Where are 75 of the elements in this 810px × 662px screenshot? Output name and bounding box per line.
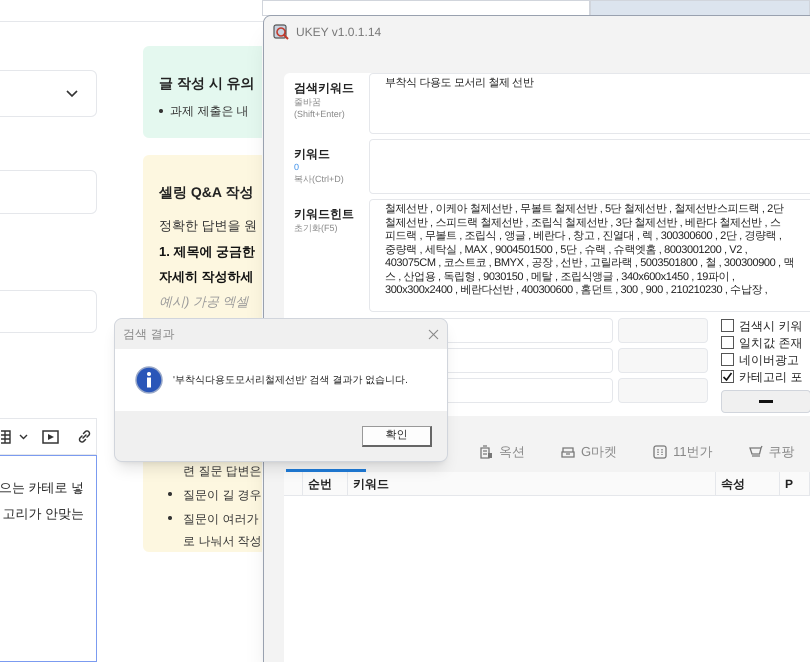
column-header: 순번 bbox=[303, 472, 348, 495]
dialog-title: 검색 결과 bbox=[123, 326, 174, 343]
link-icon[interactable] bbox=[77, 429, 92, 444]
close-icon[interactable] bbox=[428, 328, 439, 340]
grid-icon bbox=[653, 445, 668, 459]
card-text: 자세히 작성하세 bbox=[159, 268, 255, 286]
text-line: 부착식 다용도 모서리 철제 선반 bbox=[385, 77, 535, 90]
field-label: 키워드 bbox=[294, 147, 331, 162]
bullet-text: 질문이 길 경우 bbox=[183, 487, 262, 504]
input-field[interactable] bbox=[0, 170, 97, 214]
window-title: UKEY v1.0.1.14 bbox=[296, 24, 382, 41]
chevron-down-icon bbox=[66, 90, 78, 98]
ok-button[interactable]: 확인 bbox=[362, 426, 432, 446]
checkbox-label: 카테고리 포 bbox=[739, 368, 802, 386]
hint-text: 복사(Ctrl+D) bbox=[294, 173, 345, 185]
tab[interactable]: 11번가 bbox=[653, 442, 713, 462]
column-header: 속성 bbox=[716, 472, 780, 495]
bullet-icon bbox=[168, 516, 172, 520]
editor-text: 으는 카테로 넣 bbox=[0, 479, 84, 497]
bullet-icon bbox=[159, 109, 163, 113]
text-line: 300x300x2400 , 베란다선반 , 400300600 , 홈던트 , 300 , 900 , 210210230 , 수납장 , bbox=[385, 284, 768, 298]
card-title: 글 작성 시 유의 bbox=[159, 74, 256, 93]
bullet-text: 과제 제출은 내 bbox=[170, 103, 249, 120]
clipboard-icon bbox=[479, 445, 493, 459]
field-label: 검색키워드 bbox=[294, 81, 355, 96]
input-field[interactable] bbox=[0, 290, 97, 333]
column-header: 키워드 bbox=[348, 472, 716, 495]
field-label: 키워드힌트 bbox=[294, 207, 355, 222]
editor-text: 고리가 안맞는 bbox=[2, 504, 84, 522]
card-text: 정확한 답변을 원 bbox=[159, 217, 258, 235]
checkbox[interactable] bbox=[721, 370, 734, 383]
bullet-icon bbox=[168, 492, 172, 496]
video-icon[interactable] bbox=[42, 430, 59, 444]
card-title: 셀링 Q&A 작성 bbox=[159, 183, 254, 202]
text-line: 스 , 산업용 , 독립형 , 9030150 , 메탈 , 조립식앵글 , 340x600x1450 , 19파이 , bbox=[385, 270, 736, 284]
text-line: 중량랙 , 세탁실 , MAX , 9004501500 , 5단 , 슈랙 , 슈랙엣홈 , 8003001200 , V2 , bbox=[385, 244, 748, 257]
editor-area[interactable]: 으는 카테로 넣 고리가 안맞는 bbox=[0, 455, 97, 662]
text-line: 403075CM , 코스트코 , BMYX , 공장 , 선반 , 고릴라랙 , 5003501800 , 철 , 300300900 , 맥 bbox=[385, 257, 795, 270]
table-icon[interactable] bbox=[1, 430, 11, 444]
input-field[interactable] bbox=[618, 318, 708, 343]
text-area[interactable]: 부착식 다용도 모서리 철제 선반 bbox=[369, 73, 810, 134]
input-field[interactable] bbox=[618, 378, 708, 403]
example-text: 예시) 가공 엑셀 bbox=[159, 292, 250, 311]
minus-button[interactable] bbox=[721, 390, 810, 413]
bullet-text: 질문이 여러가 bbox=[183, 511, 260, 528]
checkbox[interactable] bbox=[721, 319, 734, 332]
hint-text: (Shift+Enter) bbox=[294, 108, 346, 120]
hint-text: 줄바꿈 bbox=[294, 96, 322, 108]
checkbox-label: 일치값 존재 bbox=[739, 334, 802, 352]
dialog-message: '부착식다용도모서리철제선반' 검색 결과가 없습니다. bbox=[173, 374, 408, 388]
caret-icon[interactable] bbox=[19, 434, 28, 440]
tab[interactable]: 옥션 bbox=[479, 442, 525, 462]
tab[interactable]: G마켓 bbox=[561, 442, 618, 462]
minus-icon bbox=[759, 400, 773, 403]
cart-icon bbox=[748, 445, 763, 459]
checkbox-label: 검색시 키워 bbox=[739, 318, 802, 334]
bullet-text: 로 나눠서 작성 bbox=[183, 533, 262, 550]
input-field[interactable] bbox=[618, 348, 708, 373]
column-header: P bbox=[780, 472, 810, 495]
info-icon bbox=[135, 366, 163, 394]
checkbox[interactable] bbox=[721, 336, 734, 349]
app-logo-icon bbox=[272, 23, 290, 41]
text-line: 철제선반 , 스피드랙 철제선반 , 조립식 철제선반 , 3단 철제선반 , 베란다 철제선반 , 스 bbox=[385, 216, 782, 230]
text-line: 피드랙 , 무볼트 , 조립식 , 앵글 , 베란다 , 창고 , 진열대 , 렉 , 300300600 , 2단 , 경량랙 , bbox=[385, 230, 783, 244]
checkbox-label: 네이버광고 bbox=[739, 352, 799, 368]
text-area[interactable] bbox=[369, 199, 810, 312]
card-text: 련 질문 답변은 bbox=[182, 463, 262, 480]
checkbox[interactable] bbox=[721, 353, 734, 366]
card-text: 1. 제목에 궁금한 bbox=[159, 242, 256, 260]
tab[interactable]: 쿠팡 bbox=[748, 442, 795, 462]
select-field[interactable] bbox=[0, 70, 97, 117]
count-text: 0 bbox=[294, 162, 300, 173]
text-line: 철제선반 , 이케아 철제선반 , 무볼트 철제선반 , 5단 철제선반 , 철제선반스피드랙 , 2단 bbox=[385, 203, 785, 216]
hint-text: 초기화(F5) bbox=[294, 222, 338, 234]
store-icon bbox=[561, 445, 575, 459]
